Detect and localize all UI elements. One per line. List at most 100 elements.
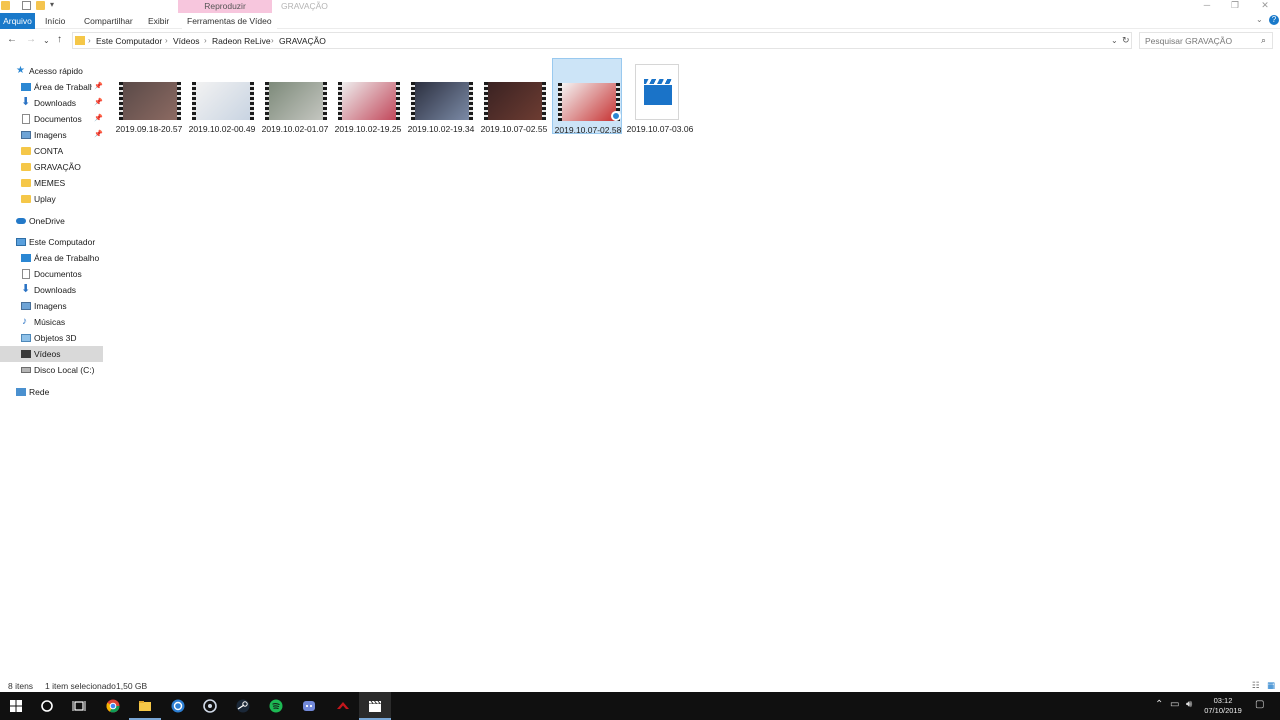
video-thumbnail <box>338 82 400 120</box>
taskbar-app-blue[interactable] <box>162 692 194 720</box>
up-icon[interactable]: ↑ <box>57 34 62 45</box>
breadcrumb-radeon-relive[interactable]: Radeon ReLive <box>212 36 271 46</box>
file-item[interactable]: 2019.10.07-03.06 <box>625 58 695 134</box>
help-icon[interactable]: ? <box>1269 15 1279 25</box>
file-list: 2019.09.18-20.57 2019.10.02-00.49 2019.1… <box>112 56 1272 676</box>
file-item[interactable]: 2019.10.02-00.49 <box>187 58 257 134</box>
nav-pc-disco-local[interactable]: Disco Local (C:) <box>0 362 103 378</box>
folder-icon <box>21 163 31 171</box>
music-icon: ♪ <box>22 316 27 327</box>
nav-onedrive[interactable]: OneDrive <box>0 213 103 229</box>
breadcrumb-separator[interactable]: › <box>271 36 274 45</box>
nav-downloads[interactable]: ⬇ Downloads 📌 <box>0 95 103 111</box>
search-input[interactable]: Pesquisar GRAVAÇÃO ⌕ <box>1139 32 1273 49</box>
3d-objects-icon <box>21 334 31 342</box>
tab-inicio[interactable]: Início <box>40 13 70 29</box>
cortana-icon <box>41 700 53 712</box>
selection-size: 1,50 GB <box>116 681 148 691</box>
properties-icon[interactable] <box>22 1 31 10</box>
nav-pc-documentos[interactable]: Documentos <box>0 266 103 282</box>
volume-icon[interactable]: 🔊︎ <box>1186 699 1192 710</box>
file-item-selected[interactable]: 2019.10.07-02.58 <box>552 58 622 135</box>
close-button[interactable]: ✕ <box>1250 0 1280 12</box>
maximize-button[interactable]: ❐ <box>1220 0 1250 12</box>
minimize-button[interactable]: ─ <box>1192 0 1222 12</box>
nav-gravacao[interactable]: GRAVAÇÃO <box>0 159 103 175</box>
documents-icon <box>22 114 30 124</box>
network-status-icon[interactable]: ▭ <box>1170 699 1179 710</box>
address-bar[interactable]: › Este Computador › Vídeos › Radeon ReLi… <box>72 32 1132 49</box>
breadcrumb-gravacao[interactable]: GRAVAÇÃO <box>279 36 326 46</box>
new-folder-icon[interactable] <box>36 1 45 10</box>
file-item[interactable]: 2019.10.02-19.34 <box>406 58 476 134</box>
breadcrumb-separator[interactable]: › <box>204 36 207 45</box>
desktop-icon <box>21 254 31 262</box>
taskbar-uplay[interactable] <box>194 692 226 720</box>
onedrive-cloud-icon <box>16 218 26 224</box>
taskbar-file-explorer[interactable] <box>129 692 161 720</box>
tab-arquivo[interactable]: Arquivo <box>0 13 35 29</box>
nav-imagens[interactable]: Imagens 📌 <box>0 127 103 143</box>
action-center-icon[interactable]: ▢ <box>1255 699 1264 710</box>
tab-exibir[interactable]: Exibir <box>143 13 174 29</box>
nav-pc-imagens[interactable]: Imagens <box>0 298 103 314</box>
breadcrumb-videos[interactable]: Vídeos <box>173 36 199 46</box>
video-file-icon <box>635 64 679 120</box>
app-circle-icon <box>171 699 185 713</box>
file-item[interactable]: 2019.10.02-19.25 <box>333 58 403 134</box>
search-icon[interactable]: ⌕ <box>1261 35 1266 46</box>
nav-memes[interactable]: MEMES <box>0 175 103 191</box>
nav-documentos[interactable]: Documentos 📌 <box>0 111 103 127</box>
video-thumbnail <box>265 82 327 120</box>
taskbar-steam[interactable] <box>227 692 259 720</box>
show-hidden-icons-icon[interactable]: ⌃ <box>1155 699 1163 710</box>
file-explorer-icon <box>139 701 151 711</box>
recent-locations-icon[interactable]: ⌄ <box>43 36 50 45</box>
taskbar-radeon[interactable] <box>327 692 359 720</box>
taskbar-chrome[interactable] <box>97 692 129 720</box>
clock[interactable]: 03:12 07/10/2019 <box>1198 696 1248 716</box>
cortana-search-button[interactable] <box>31 692 63 720</box>
context-tab-group: Reproduzir <box>178 0 272 13</box>
taskbar-video-editor[interactable] <box>359 692 391 720</box>
breadcrumb-este-computador[interactable]: Este Computador <box>96 36 162 46</box>
nav-conta[interactable]: CONTA <box>0 143 103 159</box>
file-item[interactable]: 2019.10.07-02.55 <box>479 58 549 134</box>
nav-uplay[interactable]: Uplay <box>0 191 103 207</box>
file-item[interactable]: 2019.09.18-20.57 <box>114 58 184 134</box>
forward-icon[interactable]: → <box>26 34 36 45</box>
quick-access-dropdown-icon[interactable]: ▾ <box>50 0 54 9</box>
file-name: 2019.10.02-19.25 <box>334 124 402 134</box>
nav-area-de-trabalho[interactable]: Área de Trabalho 📌 <box>0 79 103 95</box>
nav-pc-downloads[interactable]: ⬇ Downloads <box>0 282 103 298</box>
nav-rede[interactable]: Rede <box>0 384 103 400</box>
back-icon[interactable]: ← <box>7 34 17 45</box>
windows-logo-icon <box>10 700 22 712</box>
file-name: 2019.10.02-00.49 <box>188 124 256 134</box>
folder-icon <box>21 147 31 155</box>
large-icons-view-icon[interactable]: ▦ <box>1267 680 1275 691</box>
task-view-button[interactable] <box>63 692 95 720</box>
tab-compartilhar[interactable]: Compartilhar <box>79 13 138 29</box>
taskbar-discord[interactable] <box>293 692 325 720</box>
refresh-icon[interactable]: ↻ <box>1122 35 1130 46</box>
nav-pc-area-de-trabalho[interactable]: Área de Trabalho <box>0 250 103 266</box>
taskbar-spotify[interactable] <box>260 692 292 720</box>
tab-ferramentas-de-video[interactable]: Ferramentas de Vídeo <box>182 13 277 29</box>
details-view-icon[interactable]: ☷ <box>1252 680 1260 691</box>
nav-este-computador[interactable]: Este Computador <box>0 234 103 250</box>
address-dropdown-icon[interactable]: ⌄ <box>1111 36 1118 45</box>
start-button[interactable] <box>0 692 32 720</box>
nav-pc-musicas[interactable]: ♪ Músicas <box>0 314 103 330</box>
spotify-icon <box>269 699 283 713</box>
steam-icon <box>236 699 250 713</box>
clapperboard-body <box>644 85 672 105</box>
file-item[interactable]: 2019.10.02-01.07 <box>260 58 330 134</box>
nav-acesso-rapido[interactable]: ★ Acesso rápido <box>0 63 103 79</box>
breadcrumb-separator[interactable]: › <box>165 36 168 45</box>
ribbon-expand-icon[interactable]: ⌄ <box>1256 15 1263 24</box>
breadcrumb-separator[interactable]: › <box>88 36 91 45</box>
nav-pc-videos[interactable]: Vídeos <box>0 346 103 362</box>
nav-pc-objetos-3d[interactable]: Objetos 3D <box>0 330 103 346</box>
video-thumbnail <box>411 82 473 120</box>
